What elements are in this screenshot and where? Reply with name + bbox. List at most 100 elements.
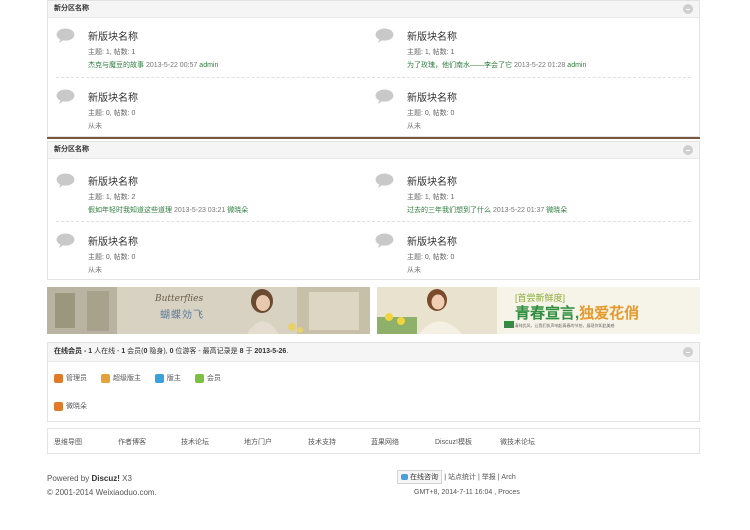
server-time: GMT+8, 2014-7-11 16:04 , Proces [414, 489, 520, 496]
last-post-user[interactable]: admin [567, 62, 586, 69]
forum-item[interactable]: 新版块名称 主题: 0, 帖数: 0 从未 [48, 225, 348, 275]
friend-link[interactable]: 技术支持 [308, 437, 336, 447]
row-divider [56, 221, 691, 222]
forum-item[interactable]: 新版块名称 主题: 1, 帖数: 1 过去的三年我们想到了什么 2013-5-2… [367, 165, 667, 215]
last-post-time: 2013-5-23 03:21 [173, 207, 226, 214]
forum-item[interactable]: 新版块名称 主题: 0, 帖数: 0 从未 [367, 225, 667, 275]
friend-links: 思维导图 作者博客 技术论坛 地方门户 技术支持 蓝果网络 Discuz!模板 … [47, 428, 700, 454]
category-title[interactable]: 新分区名称 [54, 146, 89, 153]
forum-section-2: 新分区名称 新版块名称 主题: 1, 帖数: 2 假如年轻时我知道这些道理 20… [47, 141, 700, 280]
last-post-time: 2013-5-22 01:37 [492, 207, 545, 214]
legend-super-mod: 超级版主 [100, 373, 141, 383]
legend-mod: 版主 [154, 373, 181, 383]
banner-ad-right[interactable]: [首尝新鲜度] 青春宣言,独爱花俏 NEW 清纯优风，让我们执声响起青春的节拍，… [377, 287, 700, 334]
moderator-icon [154, 373, 164, 383]
forum-bubble-icon [56, 28, 75, 43]
forum-item[interactable]: 新版块名称 主题: 1, 帖数: 2 假如年轻时我知道这些道理 2013-5-2… [48, 165, 348, 215]
forum-category: 新分区名称 新版块名称 主题: 1, 帖数: 2 假如年轻时我知道这些道理 20… [47, 141, 700, 280]
forum-bubble-icon [56, 89, 75, 104]
forum-stats: 主题: 0, 帖数: 0 [407, 110, 455, 117]
forum-item[interactable]: 新版块名称 主题: 0, 帖数: 0 从未 [367, 81, 667, 131]
forum-name[interactable]: 新版块名称 [88, 233, 138, 248]
banner-right-sub: NEW 清纯优风，让我们执声响起青春的节拍，展现你如此美感 [504, 323, 615, 328]
last-post-never: 从未 [88, 267, 102, 274]
copyright: © 2001-2014 Weixiaoduo.com. [47, 488, 157, 497]
forum-category: 新分区名称 新版块名称 主题: 1, 帖数: 1 杰克与魔豆的故事 2013-5… [47, 0, 700, 137]
forum-bubble-icon [56, 233, 75, 248]
member-icon [194, 373, 204, 383]
friend-link[interactable]: 思维导图 [54, 437, 82, 447]
legend-admin: 管理员 [54, 373, 87, 383]
last-post-user[interactable]: admin [199, 62, 218, 69]
forum-last-post: 假如年轻时我知道这些道理 2013-5-23 03:21 微晓朵 [88, 205, 248, 215]
chat-icon [401, 474, 408, 481]
online-user-name[interactable]: 微晓朵 [66, 403, 87, 410]
online-header: 在线会员 - 1 人在线 - 1 会员(0 隐身), 0 位游客 - 最高记录是… [48, 343, 699, 362]
last-post-title[interactable]: 杰克与魔豆的故事 [88, 62, 144, 69]
forum-last-post: 过去的三年我们想到了什么 2013-5-22 01:37 微晓朵 [407, 205, 567, 215]
forum-name[interactable]: 新版块名称 [407, 233, 457, 248]
group-legend: 管理员 超级版主 版主 会员 [54, 373, 233, 383]
forum-name[interactable]: 新版块名称 [407, 173, 457, 188]
forum-stats: 主题: 0, 帖数: 0 [88, 110, 136, 117]
forum-name[interactable]: 新版块名称 [88, 28, 138, 43]
row-divider [56, 77, 691, 78]
super-moderator-icon [100, 373, 110, 383]
forum-stats: 主题: 1, 帖数: 2 [88, 194, 136, 201]
forum-item[interactable]: 新版块名称 主题: 1, 帖数: 1 为了玫瑰，他们南水——李会了它 2013-… [367, 20, 667, 70]
collapse-icon[interactable] [683, 4, 693, 14]
friend-link[interactable]: 地方门户 [244, 437, 272, 447]
banner-right-headline: 青春宣言,独爱花俏 [515, 302, 639, 323]
forum-section-1: 新分区名称 新版块名称 主题: 1, 帖数: 1 杰克与魔豆的故事 2013-5… [47, 0, 700, 137]
banner-right-headline-a: 青春宣言, [515, 305, 580, 322]
banner-left-graphic [47, 287, 370, 334]
forum-bubble-icon [56, 173, 75, 188]
last-post-never: 从未 [88, 123, 102, 130]
forum-last-post: 为了玫瑰，他们南水——李会了它 2013-5-22 01:28 admin [407, 60, 586, 70]
forum-name[interactable]: 新版块名称 [88, 173, 138, 188]
online-user[interactable]: 微晓朵 [54, 401, 87, 411]
friend-link[interactable]: 蓝果网络 [371, 437, 399, 447]
forum-name[interactable]: 新版块名称 [407, 89, 457, 104]
discuz-link[interactable]: Discuz! [91, 474, 119, 483]
powered-by: Powered by Discuz! X3 [47, 474, 132, 483]
forum-bubble-icon [375, 173, 394, 188]
last-post-user[interactable]: 微晓朵 [227, 207, 248, 214]
consult-button[interactable]: 在线咨询 [397, 470, 442, 484]
category-title[interactable]: 新分区名称 [54, 5, 89, 12]
online-summary[interactable]: 在线会员 - 1 人在线 - 1 会员(0 隐身), 0 位游客 - 最高记录是… [54, 348, 288, 355]
last-post-time: 2013-5-22 01:28 [513, 62, 566, 69]
forum-item[interactable]: 新版块名称 主题: 0, 帖数: 0 从未 [48, 81, 348, 131]
category-header: 新分区名称 [48, 1, 699, 18]
friend-link[interactable]: 作者博客 [118, 437, 146, 447]
forum-stats: 主题: 0, 帖数: 0 [407, 254, 455, 261]
friend-link[interactable]: 技术论坛 [181, 437, 209, 447]
forum-stats: 主题: 1, 帖数: 1 [407, 49, 455, 56]
last-post-user[interactable]: 微晓朵 [546, 207, 567, 214]
forum-item[interactable]: 新版块名称 主题: 1, 帖数: 1 杰克与魔豆的故事 2013-5-22 00… [48, 20, 348, 70]
online-box: 在线会员 - 1 人在线 - 1 会员(0 隐身), 0 位游客 - 最高记录是… [47, 342, 700, 422]
collapse-icon[interactable] [683, 145, 693, 155]
last-post-title[interactable]: 假如年轻时我知道这些道理 [88, 207, 172, 214]
forum-bubble-icon [375, 28, 394, 43]
friend-link[interactable]: 微技术论坛 [500, 437, 535, 447]
admin-icon [54, 401, 63, 411]
last-post-never: 从未 [407, 123, 421, 130]
online-section: 在线会员 - 1 人在线 - 1 会员(0 隐身), 0 位游客 - 最高记录是… [47, 342, 700, 422]
legend-member: 会员 [194, 373, 221, 383]
forum-stats: 主题: 0, 帖数: 0 [88, 254, 136, 261]
banner-left-script: Butterflies [155, 294, 204, 304]
collapse-icon[interactable] [683, 347, 693, 357]
forum-name[interactable]: 新版块名称 [88, 89, 138, 104]
forum-last-post: 从未 [88, 121, 102, 131]
forum-name[interactable]: 新版块名称 [407, 28, 457, 43]
last-post-title[interactable]: 过去的三年我们想到了什么 [407, 207, 491, 214]
forum-bubble-icon [375, 233, 394, 248]
banner-ad-left[interactable]: Butterflies 蝴蝶効飞 [47, 287, 370, 334]
footer-left: Powered by Discuz! X3 © 2001-2014 Weixia… [47, 472, 157, 500]
last-post-title[interactable]: 为了玫瑰，他们南水——李会了它 [407, 62, 512, 69]
forum-stats: 主题: 1, 帖数: 1 [407, 194, 455, 201]
footer-links[interactable]: | 站点统计 | 举报 | Arch [444, 474, 516, 481]
friend-link[interactable]: Discuz!模板 [435, 437, 472, 447]
forum-bubble-icon [375, 89, 394, 104]
